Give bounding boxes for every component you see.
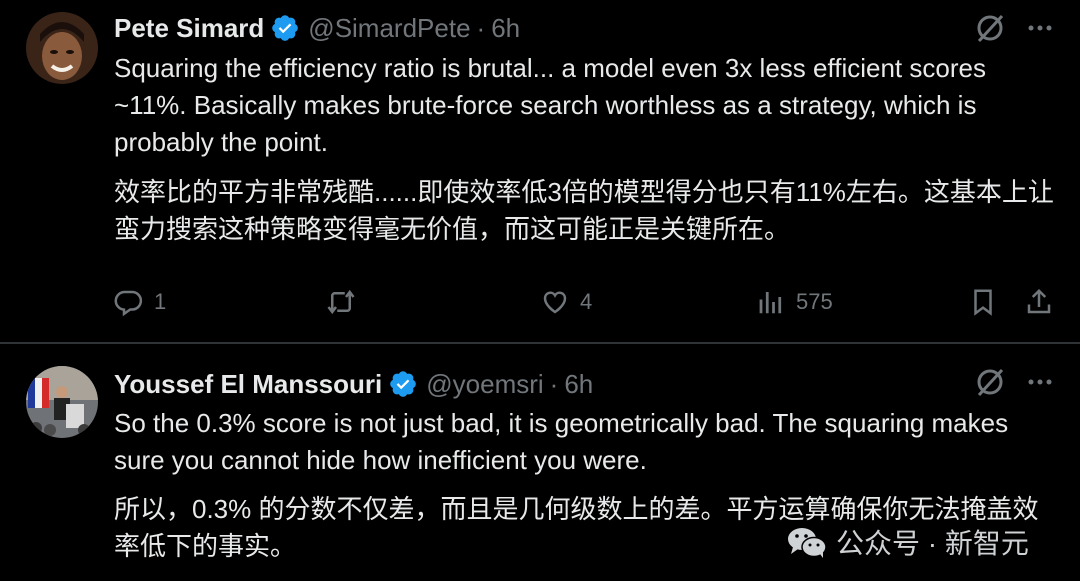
retweet-button[interactable] bbox=[326, 280, 366, 324]
avatar[interactable] bbox=[26, 366, 98, 438]
more-icon[interactable] bbox=[1024, 366, 1056, 398]
views-button[interactable]: 575 bbox=[756, 280, 833, 324]
watermark-text: 公众号 · 新智元 bbox=[836, 528, 1029, 559]
tweet-header: Pete Simard @SimardPete · 6h bbox=[114, 10, 520, 46]
bookmark-icon bbox=[974, 289, 992, 316]
reply-button[interactable]: 1 bbox=[114, 280, 166, 324]
view-count: 575 bbox=[796, 289, 833, 314]
share-button[interactable] bbox=[1024, 280, 1064, 324]
timestamp[interactable]: 6h bbox=[491, 13, 520, 44]
grok-icon[interactable] bbox=[974, 12, 1006, 44]
wechat-icon bbox=[788, 528, 827, 558]
reply-count: 1 bbox=[154, 289, 167, 314]
handle[interactable]: @SimardPete bbox=[308, 13, 470, 44]
tweet-text: So the 0.3% score is not just bad, it is… bbox=[114, 408, 1009, 475]
like-icon bbox=[543, 291, 567, 314]
action-bar: 1 4 575 bbox=[0, 280, 1080, 324]
timestamp[interactable]: 6h bbox=[564, 369, 593, 400]
retweet-icon bbox=[327, 289, 355, 315]
tweet-translation: 效率比的平方非常残酷......即使效率低3倍的模型得分也只有11%左右。这基本… bbox=[114, 177, 1054, 244]
like-button[interactable]: 4 bbox=[540, 280, 592, 324]
separator-dot: · bbox=[476, 12, 486, 43]
display-name[interactable]: Pete Simard bbox=[114, 13, 264, 44]
verified-badge-icon bbox=[272, 15, 299, 41]
more-icon[interactable] bbox=[1024, 12, 1056, 44]
wechat-watermark: 公众号 · 新智元 bbox=[786, 522, 1029, 562]
tweet-header: Youssef El Manssouri @yoemsri · 6h bbox=[114, 366, 593, 402]
views-icon bbox=[759, 292, 782, 314]
verified-badge-icon bbox=[390, 371, 417, 397]
like-count: 4 bbox=[580, 289, 593, 314]
avatar[interactable] bbox=[26, 12, 98, 84]
tweet[interactable]: Pete Simard @SimardPete · 6h Squaring th… bbox=[0, 0, 1080, 343]
handle[interactable]: @yoemsri bbox=[426, 369, 543, 400]
display-name[interactable]: Youssef El Manssouri bbox=[114, 369, 382, 400]
tweet-text: Squaring the efficiency ratio is brutal.… bbox=[114, 53, 986, 157]
bookmark-button[interactable] bbox=[968, 280, 1008, 324]
grok-icon[interactable] bbox=[974, 366, 1006, 398]
separator-dot: · bbox=[549, 368, 559, 399]
share-icon bbox=[1027, 288, 1051, 314]
reply-icon bbox=[114, 290, 143, 317]
